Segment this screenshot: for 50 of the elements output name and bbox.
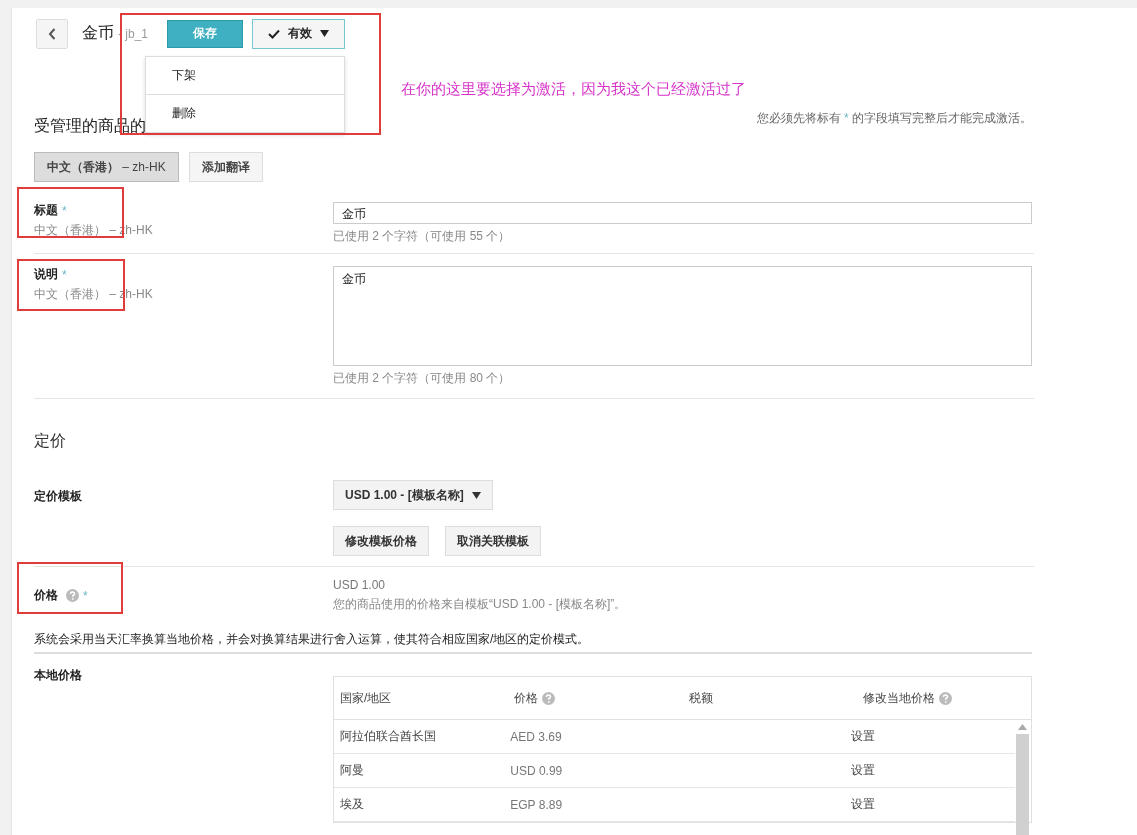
set-link[interactable]: 设置: [850, 728, 875, 745]
template-button[interactable]: 取消关联模板: [445, 526, 541, 556]
menu-item[interactable]: 下架: [146, 57, 344, 94]
column-header: 税额: [688, 689, 713, 707]
required-mark: *: [62, 203, 67, 218]
help-icon[interactable]: [542, 691, 556, 705]
character-counter: 已使用 2 个字符（可使用 80 个）: [333, 370, 512, 387]
price-note: 您的商品使用的价格来自模板“USD 1.00 - [模板名称]”。: [333, 596, 628, 613]
annotation-text: 在你的这里要选择为激活，因为我这个已经激活过了: [401, 80, 746, 98]
status-dropdown[interactable]: 有效: [252, 18, 346, 49]
local-price-label: 本地价格: [34, 668, 82, 682]
table-cell: 埃及: [340, 796, 364, 813]
field-label: 说明: [34, 266, 58, 283]
menu-item[interactable]: 删除: [146, 94, 344, 132]
back-button[interactable]: [36, 18, 68, 49]
add-translation-button[interactable]: 添加翻译: [188, 152, 263, 182]
price-value: USD 1.00: [333, 578, 387, 592]
activation-note: 您必须先将标有 * 的字段填写完整后才能完成激活。: [756, 110, 1032, 127]
table-cell: USD 0.99: [510, 763, 563, 778]
field-label: 标题: [34, 202, 58, 219]
column-header: 修改当地价格: [862, 689, 935, 707]
column-header: 国家/地区: [340, 689, 392, 707]
title-input[interactable]: 金币: [333, 202, 1032, 224]
help-icon[interactable]: [66, 589, 79, 602]
product-title: 金币: [82, 23, 114, 43]
required-mark: *: [83, 588, 88, 603]
table-cell: AED 3.69: [510, 729, 562, 744]
exchange-note: 系统会采用当天汇率换算当地价格，并会对换算结果进行舍入运算，使其符合相应国家/地区的定价模式。: [34, 631, 1032, 654]
price-label: 价格: [34, 587, 58, 604]
caret-icon: [471, 491, 481, 499]
table-cell: 阿曼: [340, 762, 364, 779]
template-select[interactable]: USD 1.00 - [模板名称]: [333, 480, 493, 510]
template-button[interactable]: 修改模板价格: [333, 526, 429, 556]
caret-icon: [320, 30, 330, 37]
required-mark: *: [62, 267, 67, 282]
template-label: 定价模板: [34, 489, 82, 503]
set-link[interactable]: 设置: [850, 762, 875, 779]
table-cell: 阿拉伯联合酋长国: [340, 728, 436, 745]
table-cell: EGP 8.89: [510, 797, 563, 812]
check-icon: [268, 28, 281, 39]
description-textarea[interactable]: 金币: [333, 266, 1032, 366]
help-icon[interactable]: [938, 691, 952, 705]
product-id: - jb_1: [118, 26, 149, 41]
back-icon: [48, 27, 56, 40]
pricing-heading: 定价: [34, 431, 67, 451]
set-link[interactable]: 设置: [850, 796, 875, 813]
character-counter: 已使用 2 个字符（可使用 55 个）: [333, 228, 512, 245]
language-tab[interactable]: 中文（香港） – zh-HK: [34, 152, 179, 182]
scroll-up-icon[interactable]: [1018, 724, 1027, 730]
column-header: 价格: [514, 689, 539, 707]
